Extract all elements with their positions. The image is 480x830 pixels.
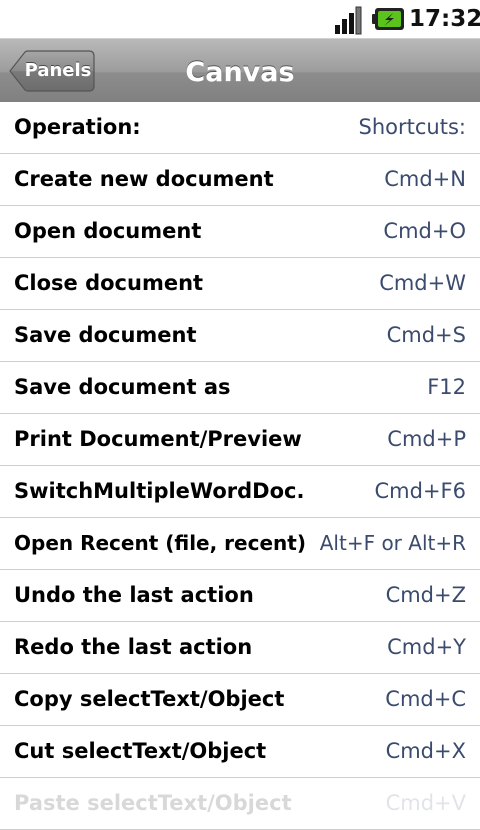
- operation-label: Print Document/Preview: [14, 427, 302, 451]
- list-item[interactable]: Close document Cmd+W: [0, 258, 480, 310]
- operation-label: Copy selectText/Object: [14, 687, 285, 711]
- shortcut-label: Cmd+Y: [387, 635, 466, 659]
- page-title: Canvas: [185, 57, 295, 88]
- shortcut-label: Cmd+V: [385, 791, 466, 815]
- shortcut-label: Cmd+W: [379, 271, 466, 295]
- operation-label: Open document: [14, 219, 202, 243]
- battery-charging-icon: [372, 8, 404, 30]
- header-shortcut: Shortcuts:: [358, 115, 466, 139]
- shortcut-label: Cmd+P: [387, 427, 466, 451]
- operation-label: Save document: [14, 323, 197, 347]
- shortcut-label: Cmd+O: [383, 219, 466, 243]
- shortcut-label: Cmd+N: [384, 167, 466, 191]
- list-item[interactable]: Copy selectText/Object Cmd+C: [0, 674, 480, 726]
- list-item[interactable]: Print Document/Preview Cmd+P: [0, 414, 480, 466]
- list-item[interactable]: Save document Cmd+S: [0, 310, 480, 362]
- shortcut-list: Operation: Shortcuts: Create new documen…: [0, 102, 480, 830]
- list-item[interactable]: SwitchMultipleWordDoc. Cmd+F6: [0, 466, 480, 518]
- list-header: Operation: Shortcuts:: [0, 102, 480, 154]
- operation-label: Cut selectText/Object: [14, 739, 267, 763]
- operation-label: Paste selectText/Object: [14, 791, 292, 815]
- shortcut-label: Cmd+Z: [385, 583, 466, 607]
- shortcut-label: Cmd+F6: [374, 479, 467, 503]
- shortcut-label: F12: [427, 375, 466, 399]
- shortcut-label: Alt+F or Alt+R: [319, 531, 466, 555]
- list-item[interactable]: Create new document Cmd+N: [0, 154, 480, 206]
- shortcut-label: Cmd+X: [385, 739, 466, 763]
- status-time: 17:32: [409, 6, 480, 32]
- operation-label: Open Recent (file, recent): [14, 531, 306, 555]
- list-item[interactable]: Save document as F12: [0, 362, 480, 414]
- signal-icon: [335, 6, 362, 35]
- list-item[interactable]: Redo the last action Cmd+Y: [0, 622, 480, 674]
- operation-label: Close document: [14, 271, 204, 295]
- operation-label: SwitchMultipleWordDoc.: [14, 479, 305, 503]
- title-bar: Panels Canvas: [0, 38, 480, 106]
- operation-label: Create new document: [14, 167, 274, 191]
- status-bar: 17:32: [0, 0, 480, 38]
- shortcut-label: Cmd+S: [386, 323, 466, 347]
- operation-label: Undo the last action: [14, 583, 254, 607]
- list-item[interactable]: Undo the last action Cmd+Z: [0, 570, 480, 622]
- back-button[interactable]: Panels: [9, 50, 95, 92]
- operation-label: Redo the last action: [14, 635, 253, 659]
- shortcut-label: Cmd+C: [385, 687, 466, 711]
- list-item[interactable]: Open document Cmd+O: [0, 206, 480, 258]
- operation-label: Save document as: [14, 375, 231, 399]
- list-item[interactable]: Cut selectText/Object Cmd+X: [0, 726, 480, 778]
- list-item[interactable]: Paste selectText/Object Cmd+V: [0, 778, 480, 830]
- header-operation: Operation:: [14, 115, 141, 139]
- list-item[interactable]: Open Recent (file, recent) Alt+F or Alt+…: [0, 518, 480, 570]
- back-button-label: Panels: [24, 60, 92, 81]
